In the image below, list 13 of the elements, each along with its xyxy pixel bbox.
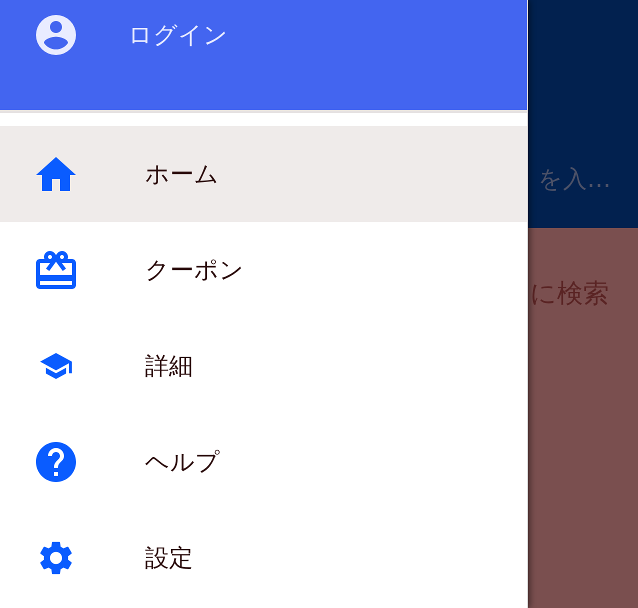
help-icon — [36, 442, 76, 482]
login-button[interactable]: ログイン — [0, 0, 228, 70]
settings-icon — [40, 541, 72, 575]
menu-item[interactable]: クーポン — [0, 222, 527, 318]
menu-item[interactable]: ヘルプ — [0, 414, 527, 510]
account-icon — [36, 15, 76, 55]
menu-item[interactable]: ホーム — [0, 126, 527, 222]
search-field[interactable]: を入… — [538, 164, 630, 194]
gift-card-icon — [36, 251, 76, 289]
menu-item[interactable]: 詳細 — [0, 318, 527, 414]
graduation-cap-icon — [40, 353, 72, 379]
menu-item[interactable]: 設定 — [0, 510, 527, 606]
home-icon — [36, 157, 76, 191]
